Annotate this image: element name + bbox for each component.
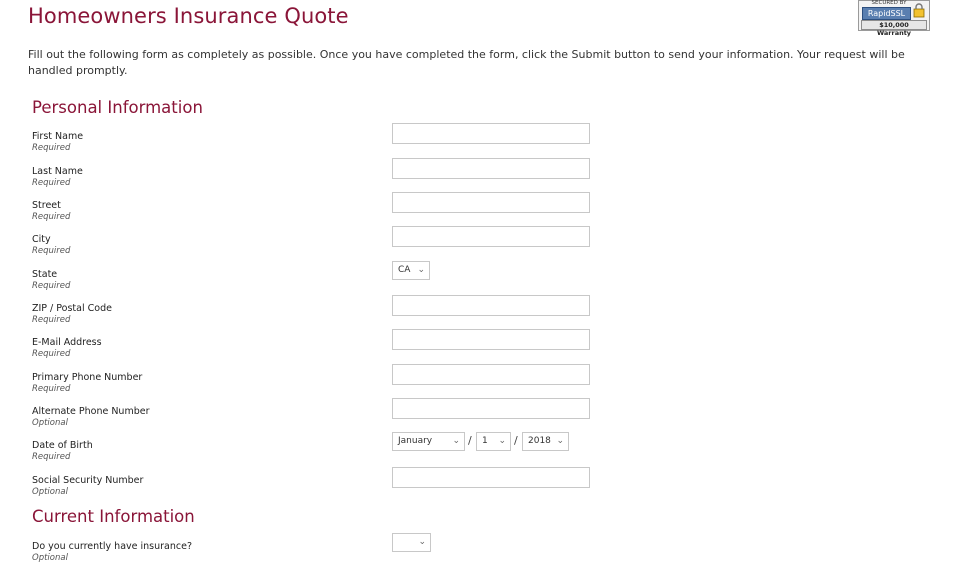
dob-day-select[interactable]: 1 ⌄ bbox=[476, 432, 511, 451]
state-value: CA bbox=[398, 265, 411, 275]
field-label: Primary Phone Number bbox=[32, 372, 143, 383]
field-label: Date of Birth bbox=[32, 440, 93, 451]
field-note: Required bbox=[32, 246, 71, 256]
field-note: Required bbox=[32, 281, 71, 291]
field-row-email: E-Mail Address Required bbox=[32, 329, 612, 367]
dob-month-select[interactable]: January ⌄ bbox=[392, 432, 465, 451]
field-label: State bbox=[32, 269, 58, 280]
field-note: Optional bbox=[32, 487, 68, 497]
field-row-ssn: Social Security Number Optional bbox=[32, 467, 612, 505]
chevron-down-icon: ⌄ bbox=[452, 436, 460, 446]
date-separator: / bbox=[468, 434, 472, 447]
primary-phone-input[interactable] bbox=[392, 364, 590, 385]
dob-day-value: 1 bbox=[482, 436, 488, 446]
first-name-input[interactable] bbox=[392, 123, 590, 144]
field-note: Required bbox=[32, 349, 71, 359]
field-label: Street bbox=[32, 200, 61, 211]
dob-month-value: January bbox=[398, 436, 433, 446]
intro-text: Fill out the following form as completel… bbox=[28, 48, 905, 77]
field-label: First Name bbox=[32, 131, 84, 142]
chevron-down-icon: ⌄ bbox=[418, 537, 426, 547]
field-note: Required bbox=[32, 143, 71, 153]
field-note: Required bbox=[32, 452, 71, 462]
ssn-input[interactable] bbox=[392, 467, 590, 488]
chevron-down-icon: ⌄ bbox=[498, 436, 506, 446]
ssl-warranty: $10,000 Warranty bbox=[861, 20, 927, 37]
field-label: Do you currently have insurance? bbox=[32, 541, 192, 552]
chevron-down-icon: ⌄ bbox=[556, 436, 564, 446]
dob-year-value: 2018 bbox=[528, 436, 551, 446]
street-input[interactable] bbox=[392, 192, 590, 213]
field-row-current-insurance: Do you currently have insurance? Optiona… bbox=[32, 533, 612, 571]
field-label: Alternate Phone Number bbox=[32, 406, 150, 417]
lock-icon bbox=[913, 3, 925, 18]
field-note: Required bbox=[32, 212, 71, 222]
email-input[interactable] bbox=[392, 329, 590, 350]
field-note: Optional bbox=[32, 418, 68, 428]
section-title-personal: Personal Information bbox=[32, 98, 203, 117]
last-name-input[interactable] bbox=[392, 158, 590, 179]
section-title-current: Current Information bbox=[32, 507, 195, 526]
city-input[interactable] bbox=[392, 226, 590, 247]
field-label: Last Name bbox=[32, 166, 83, 177]
ssl-secured-text: SECURED BY bbox=[871, 0, 907, 6]
field-label: Social Security Number bbox=[32, 475, 144, 486]
zip-input[interactable] bbox=[392, 295, 590, 316]
field-label: E-Mail Address bbox=[32, 337, 102, 348]
page-title: Homeowners Insurance Quote bbox=[28, 4, 349, 28]
current-insurance-select[interactable]: ⌄ bbox=[392, 533, 431, 552]
field-label: ZIP / Postal Code bbox=[32, 303, 112, 314]
alternate-phone-input[interactable] bbox=[392, 398, 590, 419]
ssl-brand: RapidSSL bbox=[862, 7, 911, 20]
field-row-first-name: First Name Required bbox=[32, 123, 612, 161]
ssl-badge[interactable]: SECURED BY RapidSSL $10,000 Warranty bbox=[858, 0, 930, 37]
field-row-city: City Required bbox=[32, 226, 612, 264]
field-note: Optional bbox=[32, 553, 68, 563]
field-note: Required bbox=[32, 315, 71, 325]
field-label: City bbox=[32, 234, 51, 245]
field-note: Required bbox=[32, 384, 71, 394]
field-note: Required bbox=[32, 178, 71, 188]
state-select[interactable]: CA ⌄ bbox=[392, 261, 430, 280]
dob-year-select[interactable]: 2018 ⌄ bbox=[522, 432, 569, 451]
field-row-date-of-birth: Date of Birth Required January ⌄ / 1 ⌄ /… bbox=[32, 432, 612, 470]
chevron-down-icon: ⌄ bbox=[417, 265, 425, 275]
date-separator: / bbox=[514, 434, 518, 447]
